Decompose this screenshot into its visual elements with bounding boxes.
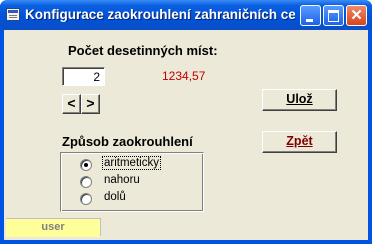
dialog-window: Konfigurace zaokrouhlení zahraničních ce… [0, 0, 372, 244]
save-button-label: Ulož [286, 92, 313, 106]
status-separator [100, 218, 101, 236]
option-label-aritmeticky: aritmeticky [102, 156, 161, 170]
back-button[interactable]: Zpět [262, 131, 337, 153]
radio-nahoru[interactable] [80, 176, 92, 188]
close-button[interactable]: ✕ [346, 5, 367, 26]
title-bar[interactable]: Konfigurace zaokrouhlení zahraničních ce… [0, 0, 372, 30]
radio-dolu[interactable] [80, 193, 92, 205]
increase-button[interactable]: > [81, 94, 100, 114]
minimize-button[interactable] [300, 5, 321, 26]
close-icon: ✕ [350, 7, 363, 24]
rounding-preview: 1234,57 [162, 69, 206, 83]
option-label-nahoru: nahoru [104, 174, 140, 186]
window-title: Konfigurace zaokrouhlení zahraničních ce… [25, 7, 295, 22]
form-icon [6, 8, 20, 21]
dialog-body: Počet desetinných míst: 2 1234,57 < > Ul… [4, 30, 368, 240]
option-label-dolu: dolů [104, 191, 126, 203]
option-aritmeticky-text: aritmeticky [102, 156, 161, 170]
decrease-button[interactable]: < [62, 94, 81, 114]
rounding-label: Způsob zaokrouhlení [62, 134, 193, 149]
back-button-label: Zpět [286, 134, 313, 148]
decimals-label: Počet desetinných míst: [68, 43, 218, 58]
maximize-button[interactable] [323, 5, 344, 26]
radio-aritmeticky[interactable] [80, 159, 92, 171]
status-user: user [6, 218, 100, 237]
decimals-input[interactable]: 2 [62, 67, 105, 86]
save-button[interactable]: Ulož [262, 89, 337, 111]
